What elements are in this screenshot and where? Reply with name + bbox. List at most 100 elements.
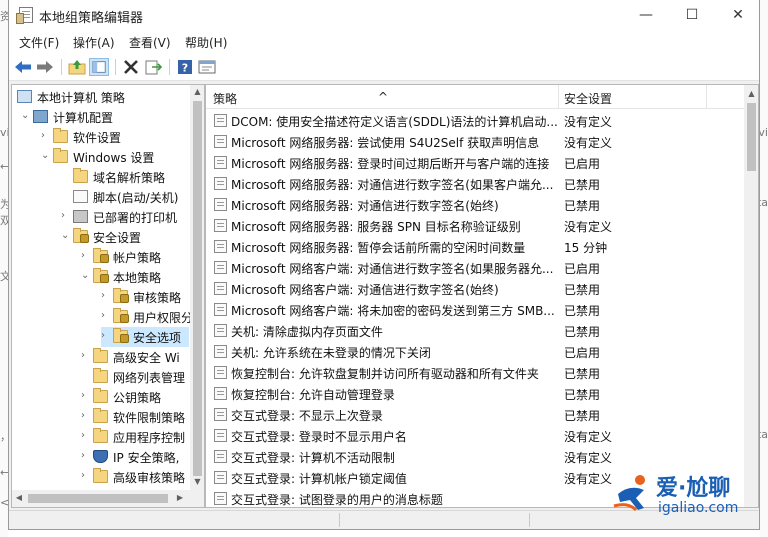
column-divider[interactable] [558, 85, 559, 109]
chevron-down-icon[interactable]: ⌄ [41, 150, 51, 162]
tree-item-computer-config[interactable]: ⌄ 计算机配置 [21, 107, 189, 127]
policy-row[interactable]: DCOM: 使用安全描述符定义语言(SDDL)语法的计算机启动... 没有定义 [206, 110, 746, 131]
tree-item-public-key[interactable]: › 公钥策略 [81, 387, 189, 407]
scroll-left-arrow-icon[interactable]: ◀ [14, 493, 24, 502]
help-icon[interactable]: ? [175, 58, 195, 76]
policy-row[interactable]: 恢复控制台: 允许软盘复制并访问所有驱动器和所有文件夹 已禁用 [206, 362, 746, 383]
column-header-policy[interactable]: 策略 [213, 90, 237, 107]
chevron-down-icon[interactable]: ⌄ [61, 230, 71, 242]
scroll-up-arrow-icon[interactable]: ▲ [190, 87, 204, 96]
chevron-right-icon[interactable]: › [101, 290, 111, 302]
back-arrow-icon[interactable] [13, 58, 33, 76]
tree-item-scripts[interactable]: 脚本(启动/关机) [61, 187, 189, 207]
policy-setting-icon [214, 282, 227, 295]
tree-item-label: 软件限制策略 [113, 411, 186, 425]
chevron-down-icon[interactable]: ⌄ [21, 110, 31, 122]
tree-item-ip-security[interactable]: › IP 安全策略, [81, 447, 189, 467]
tree-item-local-computer-policy[interactable]: 本地计算机 策略 [15, 87, 189, 107]
policy-name: Microsoft 网络客户端: 对通信进行数字签名(始终) [231, 283, 499, 297]
chevron-right-icon[interactable]: › [81, 430, 91, 442]
chevron-right-icon[interactable]: › [61, 210, 71, 222]
scroll-right-arrow-icon[interactable]: ▶ [175, 493, 185, 502]
policy-row[interactable]: 恢复控制台: 允许自动管理登录 已禁用 [206, 383, 746, 404]
policy-row[interactable]: 交互式登录: 登录时不显示用户名 没有定义 [206, 425, 746, 446]
tree-item-user-rights[interactable]: › 用户权限分 [101, 307, 193, 327]
minimize-button[interactable]: — [623, 0, 669, 31]
policy-row[interactable]: 交互式登录: 计算机不活动限制 没有定义 [206, 446, 746, 467]
tree-item-security-settings[interactable]: ⌄ 安全设置 [61, 227, 189, 247]
policy-name: Microsoft 网络服务器: 对通信进行数字签名(如果客户端允... [231, 178, 554, 192]
list-vertical-scrollbar[interactable]: ▲ [744, 85, 758, 507]
menu-view[interactable]: 查看(V) [129, 34, 171, 51]
tree-item-account-policies[interactable]: › 帐户策略 [81, 247, 189, 267]
policy-row[interactable]: 关机: 允许系统在未登录的情况下关闭 已启用 [206, 341, 746, 362]
tree-horizontal-scrollbar[interactable]: ◀ ▶ [12, 490, 190, 507]
export-list-icon[interactable] [143, 58, 163, 76]
policy-row[interactable]: Microsoft 网络服务器: 服务器 SPN 目标名称验证级别 没有定义 [206, 215, 746, 236]
policy-row[interactable]: 交互式登录: 不显示上次登录 已禁用 [206, 404, 746, 425]
secure-folder-icon [113, 308, 128, 323]
tree-expander [61, 190, 71, 202]
chevron-right-icon[interactable]: › [81, 390, 91, 402]
folder-icon [93, 468, 108, 483]
policy-row[interactable]: Microsoft 网络客户端: 对通信进行数字签名(始终) 已禁用 [206, 278, 746, 299]
scroll-up-arrow-icon[interactable]: ▲ [744, 89, 758, 98]
menu-file[interactable]: 文件(F) [19, 34, 59, 51]
policy-setting-value: 15 分钟 [564, 241, 608, 255]
tree-item-app-control[interactable]: › 应用程序控制 [81, 427, 189, 447]
column-header-security-setting[interactable]: 安全设置 [564, 90, 612, 107]
show-hide-tree-icon[interactable] [89, 58, 109, 76]
list-scroll-thumb[interactable] [747, 103, 756, 171]
chevron-down-icon[interactable]: ⌄ [81, 270, 91, 282]
properties-icon[interactable] [197, 58, 217, 76]
chevron-right-icon[interactable]: › [81, 470, 91, 482]
maximize-button[interactable]: ☐ [669, 0, 715, 31]
tree-vertical-scrollbar[interactable]: ▲ ▼ [190, 85, 204, 490]
policy-setting-icon [214, 303, 227, 316]
up-folder-icon[interactable] [67, 58, 87, 76]
tree-item-network-list[interactable]: 网络列表管理 [81, 367, 189, 387]
chevron-right-icon[interactable]: › [41, 130, 51, 142]
policy-setting-value: 已启用 [564, 157, 601, 171]
scroll-down-arrow-icon[interactable]: ▼ [190, 477, 204, 486]
chevron-right-icon[interactable]: › [81, 410, 91, 422]
tree-item-software-restriction[interactable]: › 软件限制策略 [81, 407, 189, 427]
tree-item-audit-policy[interactable]: › 审核策略 [101, 287, 189, 307]
policy-row[interactable]: Microsoft 网络服务器: 登录时间过期后断开与客户端的连接 已启用 [206, 152, 746, 173]
chevron-right-icon[interactable]: › [101, 310, 111, 322]
tree-hscroll-thumb[interactable] [28, 494, 168, 503]
menu-action[interactable]: 操作(A) [73, 34, 115, 51]
policy-row[interactable]: 关机: 清除虚拟内存页面文件 已禁用 [206, 320, 746, 341]
tree-item-windows-settings[interactable]: ⌄ Windows 设置 [41, 147, 189, 167]
column-divider[interactable] [706, 85, 707, 109]
delete-icon[interactable] [121, 58, 141, 76]
tree-item-software-settings[interactable]: › 软件设置 [41, 127, 189, 147]
policy-setting-icon [214, 177, 227, 190]
tree-item-local-policies[interactable]: ⌄ 本地策略 [81, 267, 189, 287]
secure-folder-icon [113, 288, 128, 303]
chevron-right-icon[interactable]: › [101, 330, 111, 342]
menu-help[interactable]: 帮助(H) [185, 34, 227, 51]
chevron-right-icon[interactable]: › [81, 350, 91, 362]
policy-row[interactable]: Microsoft 网络服务器: 对通信进行数字签名(始终) 已禁用 [206, 194, 746, 215]
chevron-right-icon[interactable]: › [81, 250, 91, 262]
policy-row[interactable]: Microsoft 网络服务器: 对通信进行数字签名(如果客户端允... 已禁用 [206, 173, 746, 194]
tree-item-security-options[interactable]: › 安全选项 [101, 327, 189, 347]
policy-row[interactable]: Microsoft 网络客户端: 对通信进行数字签名(如果服务器允... 已启用 [206, 257, 746, 278]
tree-scroll-thumb[interactable] [193, 101, 202, 476]
tree-item-advanced-audit[interactable]: › 高级审核策略 [81, 467, 189, 487]
tree-item-label: 网络列表管理 [113, 371, 186, 385]
tree-item-deployed-printers[interactable]: › 已部署的打印机 [61, 207, 189, 227]
forward-arrow-icon[interactable] [35, 58, 55, 76]
policy-row[interactable]: Microsoft 网络服务器: 尝试使用 S4U2Self 获取声明信息 没有定… [206, 131, 746, 152]
chevron-right-icon[interactable]: › [81, 450, 91, 462]
folder-icon [53, 128, 68, 143]
policy-setting-icon [214, 345, 227, 358]
policy-row[interactable]: Microsoft 网络客户端: 将未加密的密码发送到第三方 SMB... 已禁用 [206, 299, 746, 320]
tree-item-dns-policy[interactable]: 域名解析策略 [61, 167, 189, 187]
policy-row[interactable]: Microsoft 网络服务器: 暂停会话前所需的空闲时间数量 15 分钟 [206, 236, 746, 257]
folder-icon [93, 408, 108, 423]
tree-item-advanced-firewall[interactable]: › 高级安全 Wi [81, 347, 189, 367]
policy-name: Microsoft 网络客户端: 将未加密的密码发送到第三方 SMB... [231, 304, 555, 318]
close-button[interactable]: ✕ [715, 0, 761, 31]
